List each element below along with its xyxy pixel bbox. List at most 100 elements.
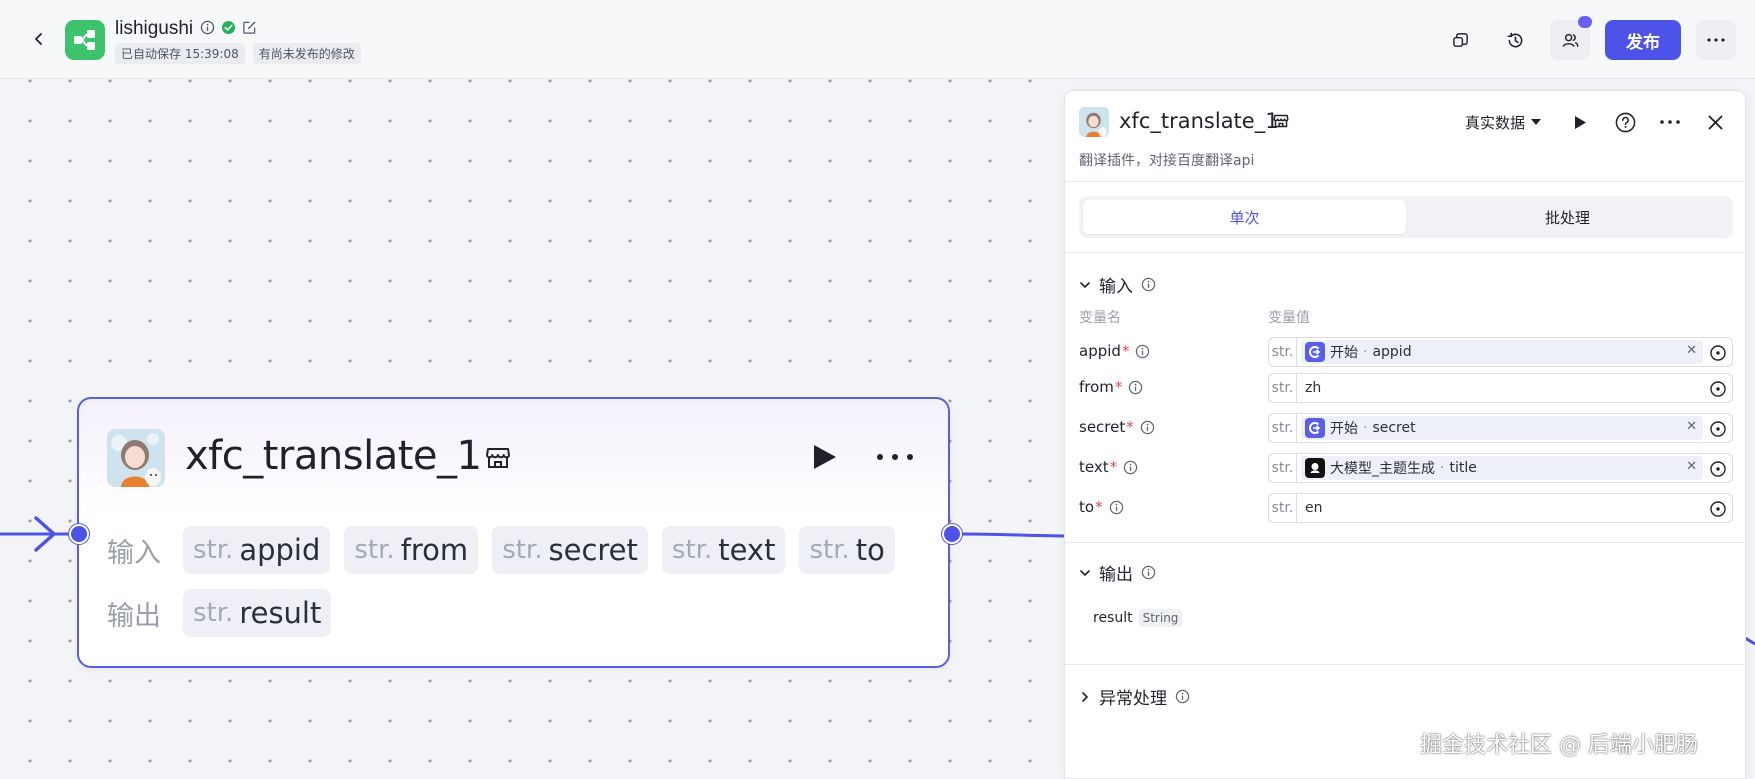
app-title: lishigushi	[115, 18, 194, 39]
more-horizontal-icon	[1660, 120, 1680, 124]
store-icon	[1273, 113, 1289, 134]
more-menu-button[interactable]	[1696, 20, 1736, 60]
type-tag: str.	[1269, 494, 1297, 522]
run-mode-tabs: 单次 批处理	[1079, 196, 1733, 238]
exception-section-title: 异常处理	[1099, 689, 1167, 709]
variable-row: to * str. en	[1079, 493, 1733, 523]
info-icon[interactable]	[1128, 380, 1143, 395]
variable-name: to *	[1079, 498, 1124, 516]
info-icon[interactable]	[1140, 420, 1155, 435]
copy-button[interactable]	[1440, 20, 1480, 60]
node-input-pill: str. secret	[492, 526, 648, 574]
chevron-left-icon	[35, 33, 42, 45]
node-input-port[interactable]	[69, 524, 89, 544]
history-button[interactable]	[1495, 20, 1535, 60]
chevron-right-icon	[1082, 691, 1089, 702]
store-icon	[485, 445, 511, 476]
divider	[1065, 181, 1745, 182]
output-variable: result String	[1093, 609, 1183, 627]
variable-value-field[interactable]: str. 开始 · secret ✕	[1268, 413, 1733, 443]
panel-more-button[interactable]	[1655, 107, 1685, 137]
info-icon[interactable]	[1141, 565, 1156, 580]
clear-icon[interactable]: ✕	[1686, 419, 1697, 434]
reference-picker-icon[interactable]	[1709, 420, 1727, 438]
variable-value-input[interactable]: en	[1305, 500, 1705, 516]
more-horizontal-icon	[1707, 38, 1725, 42]
plugin-node[interactable]: xfc_translate_1 输入 str. appid str. from st…	[77, 397, 950, 668]
node-config-panel: xfc_translate_1 真实数据 翻译插件，对接百度翻译api 单次 批…	[1064, 90, 1746, 779]
output-section-header[interactable]: 输出	[1079, 560, 1156, 585]
watermark: 掘金技术社区 @ 后端小肥肠	[1420, 733, 1698, 758]
help-icon	[1615, 112, 1635, 132]
autosave-badge: 已自动保存 15:39:08	[115, 43, 245, 64]
publish-button[interactable]: 发布	[1605, 20, 1681, 60]
info-icon[interactable]	[200, 20, 215, 35]
info-icon[interactable]	[1135, 344, 1150, 359]
exception-section-header[interactable]: 异常处理	[1079, 684, 1190, 709]
node-title: xfc_translate_1	[185, 433, 482, 479]
reference-picker-icon[interactable]	[1709, 344, 1727, 362]
play-icon	[814, 445, 836, 469]
panel-title: xfc_translate_1	[1119, 109, 1279, 133]
variable-row: appid * str. 开始 · appid ✕	[1079, 337, 1733, 367]
info-icon[interactable]	[1109, 500, 1124, 515]
data-mode-dropdown[interactable]: 真实数据	[1465, 112, 1542, 133]
top-bar: lishigushi 已自动保存 15:39:08 有尚未发布的修改 发布	[0, 0, 1755, 79]
output-section-title: 输出	[1099, 565, 1133, 585]
info-icon[interactable]	[1175, 689, 1190, 704]
divider	[1065, 542, 1745, 543]
help-button[interactable]	[1610, 107, 1640, 137]
clear-icon[interactable]: ✕	[1686, 343, 1697, 358]
output-type-tag: String	[1138, 609, 1183, 627]
variable-value-input[interactable]: zh	[1305, 380, 1705, 396]
variable-value-field[interactable]: str. 开始 · appid ✕	[1268, 337, 1733, 367]
variable-name: text *	[1079, 458, 1138, 476]
reference-picker-icon[interactable]	[1709, 380, 1727, 398]
node-input-pill: str. to	[799, 526, 895, 574]
variable-name: from *	[1079, 378, 1143, 396]
run-node-button[interactable]	[812, 443, 838, 476]
reference-picker-icon[interactable]	[1709, 460, 1727, 478]
info-icon[interactable]	[1141, 277, 1156, 292]
variable-name: secret *	[1079, 418, 1155, 436]
variable-reference[interactable]: 开始 · appid ✕	[1301, 340, 1703, 364]
tab-single[interactable]: 单次	[1083, 200, 1406, 234]
variable-value-field[interactable]: str. zh	[1268, 373, 1733, 403]
node-more-button[interactable]	[875, 443, 915, 476]
node-input-pill: str. appid	[183, 526, 331, 574]
llm-icon	[1305, 458, 1325, 478]
collaborators-button[interactable]	[1550, 16, 1592, 60]
variable-value-field[interactable]: str. en	[1268, 493, 1733, 523]
input-section-title: 输入	[1099, 277, 1133, 297]
info-icon[interactable]	[1123, 460, 1138, 475]
node-output-port[interactable]	[942, 524, 962, 544]
variable-reference[interactable]: 开始 · secret ✕	[1301, 416, 1703, 440]
output-name: result	[1093, 610, 1133, 626]
node-input-pill: str. from	[344, 526, 479, 574]
more-horizontal-icon	[877, 454, 913, 460]
clear-icon[interactable]: ✕	[1686, 459, 1697, 474]
edit-icon[interactable]	[242, 20, 257, 35]
close-panel-button[interactable]	[1700, 107, 1730, 137]
panel-run-button[interactable]	[1565, 107, 1595, 137]
history-icon	[1507, 32, 1522, 47]
column-header-value: 变量值	[1268, 310, 1310, 326]
variable-reference[interactable]: 大模型_主题生成 · title ✕	[1301, 456, 1703, 480]
app-logo-icon	[65, 20, 105, 60]
column-header-name: 变量名	[1079, 310, 1121, 326]
back-button[interactable]	[26, 26, 52, 52]
reference-picker-icon[interactable]	[1709, 500, 1727, 518]
play-icon	[1574, 115, 1586, 129]
input-section-header[interactable]: 输入	[1079, 272, 1156, 297]
caret-down-icon	[1531, 119, 1542, 125]
variable-value-field[interactable]: str. 大模型_主题生成 · title ✕	[1268, 453, 1733, 483]
variable-row: secret * str. 开始 · secret ✕	[1079, 413, 1733, 443]
notification-badge	[1578, 16, 1592, 28]
users-icon	[1562, 33, 1578, 47]
tab-batch[interactable]: 批处理	[1406, 200, 1729, 234]
node-output-pill: str. result	[183, 589, 332, 637]
start-icon	[1305, 418, 1325, 438]
node-output-label: 输出	[107, 600, 161, 632]
verified-check-icon	[221, 20, 236, 35]
unpublished-badge: 有尚未发布的修改	[252, 43, 361, 64]
